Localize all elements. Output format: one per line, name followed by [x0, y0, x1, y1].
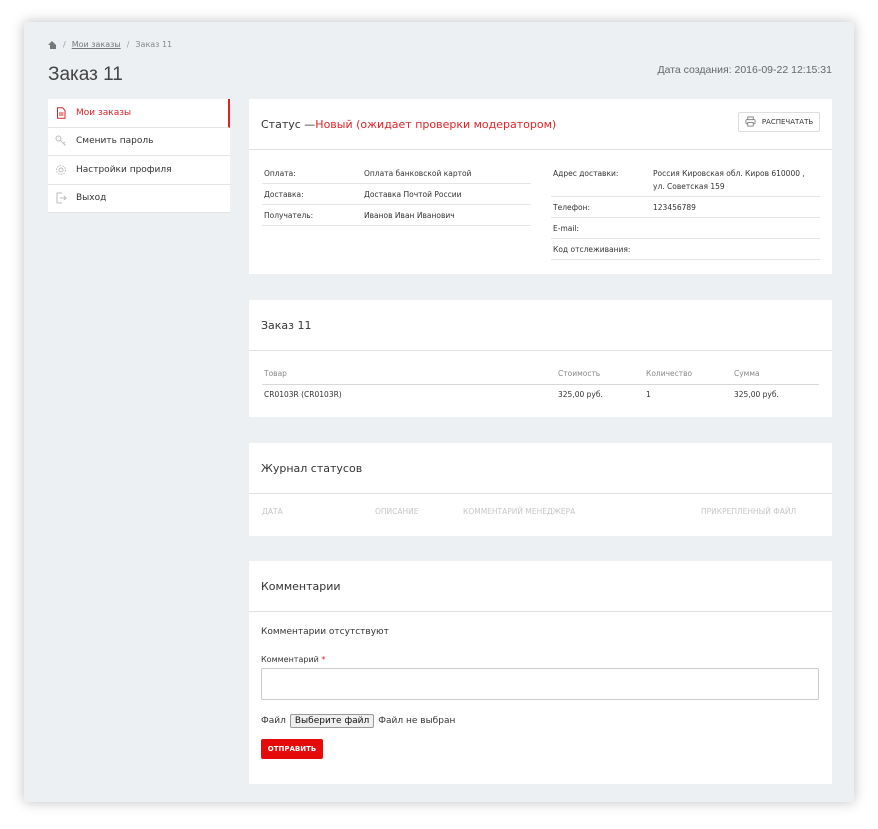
info-key: Код отслеживания:	[553, 245, 631, 254]
info-value: Иванов Иван Иванович	[364, 211, 455, 220]
comments-card: Комментарии Комментарии отсутствуют Комм…	[249, 561, 832, 784]
document-icon	[54, 106, 68, 120]
info-value: Оплата банковской картой	[364, 169, 472, 178]
breadcrumb-link-orders[interactable]: Мои заказы	[72, 40, 121, 49]
sidebar-item-label: Мои заказы	[76, 107, 132, 118]
comment-label-text: Комментарий	[261, 655, 319, 664]
order-items-table: Товар Стоимость Количество Сумма CR0103R…	[262, 363, 819, 404]
column-header-quantity: Количество	[644, 363, 732, 385]
info-row-tracking: Код отслеживания:	[551, 239, 820, 260]
status-prefix: Статус —	[261, 117, 316, 131]
table-header-row: Товар Стоимость Количество Сумма	[262, 363, 819, 385]
breadcrumb: / Мои заказы / Заказ 11	[48, 40, 172, 49]
page-title: Заказ 11	[48, 64, 123, 85]
info-value: Доставка Почтой России	[364, 190, 462, 199]
order-info-left: Оплата: Оплата банковской картой Доставк…	[262, 163, 531, 226]
info-row-email: E-mail:	[551, 218, 820, 239]
table-row: CR0103R (CR0103R) 325,00 руб. 1 325,00 р…	[262, 384, 819, 404]
home-icon[interactable]	[48, 40, 57, 49]
info-row-phone: Телефон: 123456789	[551, 197, 820, 218]
info-value	[653, 243, 818, 256]
info-key: Доставка:	[264, 190, 304, 199]
info-row-payment: Оплата: Оплата банковской картой	[262, 163, 531, 184]
column-header-manager-comment: Комментарий менеджера	[463, 507, 576, 516]
info-key: E-mail:	[553, 224, 580, 233]
info-row-address: Адрес доставки: Россия Кировская обл. Ки…	[551, 163, 820, 197]
info-key: Получатель:	[264, 211, 314, 220]
cell-sum: 325,00 руб.	[734, 389, 779, 399]
column-header-description: Описание	[375, 507, 419, 516]
info-row-delivery: Доставка: Доставка Почтой России	[262, 184, 531, 205]
required-mark: *	[321, 655, 326, 664]
column-header-product: Товар	[262, 363, 556, 385]
info-key: Оплата:	[264, 169, 296, 178]
comment-textarea[interactable]	[261, 668, 819, 700]
status-log-card: Журнал статусов Дата Описание Комментари…	[249, 443, 832, 536]
sidebar-item-profile-settings[interactable]: Настройки профиля	[48, 156, 230, 185]
print-button-label: РАСПЕЧАТАТЬ	[761, 118, 814, 126]
sidebar-item-change-password[interactable]: Сменить пароль	[48, 128, 230, 156]
order-items-card: Заказ 11 Товар Стоимость Количество Сумм…	[249, 300, 832, 417]
info-key: Адрес доставки:	[553, 169, 619, 178]
file-upload-row: Файл Выберите файл Файл не выбран	[261, 714, 455, 728]
comments-empty-message: Комментарии отсутствуют	[261, 627, 389, 637]
column-header-date: Дата	[262, 507, 283, 516]
sidebar-item-logout[interactable]: Выход	[48, 185, 230, 213]
logout-icon	[54, 191, 68, 205]
info-value: 123456789	[653, 203, 696, 212]
cell-quantity: 1	[646, 389, 651, 399]
page-background: / Мои заказы / Заказ 11 Заказ 11 Дата со…	[24, 22, 854, 802]
order-items-title: Заказ 11	[249, 300, 832, 351]
breadcrumb-current: Заказ 11	[135, 40, 173, 49]
sidebar-item-label: Выход	[76, 193, 107, 204]
sidebar-item-label: Сменить пароль	[76, 136, 154, 147]
sidebar-item-my-orders[interactable]: Мои заказы	[48, 99, 230, 128]
cell-product: CR0103R (CR0103R)	[264, 389, 342, 399]
column-header-attached-file: Прикрепленный файл	[701, 507, 797, 516]
column-header-price: Стоимость	[556, 363, 644, 385]
order-info-right: Адрес доставки: Россия Кировская обл. Ки…	[551, 163, 820, 260]
info-row-recipient: Получатель: Иванов Иван Иванович	[262, 205, 531, 226]
breadcrumb-separator: /	[63, 40, 66, 49]
print-button[interactable]: РАСПЕЧАТАТЬ	[738, 112, 820, 132]
info-value: Россия Кировская обл. Киров 610000 , ул.…	[653, 169, 805, 191]
info-value	[653, 222, 818, 235]
comment-label: Комментарий *	[261, 655, 325, 664]
gear-icon	[54, 163, 68, 177]
sidebar: Мои заказы Сменить пароль Настройки проф…	[48, 99, 230, 213]
created-date: Дата создания: 2016-09-22 12:15:31	[657, 64, 833, 76]
submit-button[interactable]: ОТПРАВИТЬ	[261, 739, 323, 759]
key-icon	[54, 134, 68, 148]
status-value: Новый (ожидает проверки модератором)	[315, 117, 557, 131]
file-label: Файл	[261, 716, 286, 726]
sidebar-item-label: Настройки профиля	[76, 164, 172, 175]
status-log-header: Дата Описание Комментарий менеджера Прик…	[262, 507, 819, 516]
file-status: Файл не выбран	[378, 716, 456, 726]
status-card: Статус — Новый (ожидает проверки модерат…	[249, 99, 832, 274]
column-header-sum: Сумма	[732, 363, 819, 385]
info-key: Телефон:	[553, 203, 591, 212]
cell-price: 325,00 руб.	[558, 389, 603, 399]
printer-icon	[745, 116, 756, 129]
comments-title: Комментарии	[249, 561, 832, 612]
breadcrumb-separator: /	[126, 40, 130, 49]
choose-file-button[interactable]: Выберите файл	[289, 714, 375, 728]
status-log-title: Журнал статусов	[249, 443, 832, 494]
